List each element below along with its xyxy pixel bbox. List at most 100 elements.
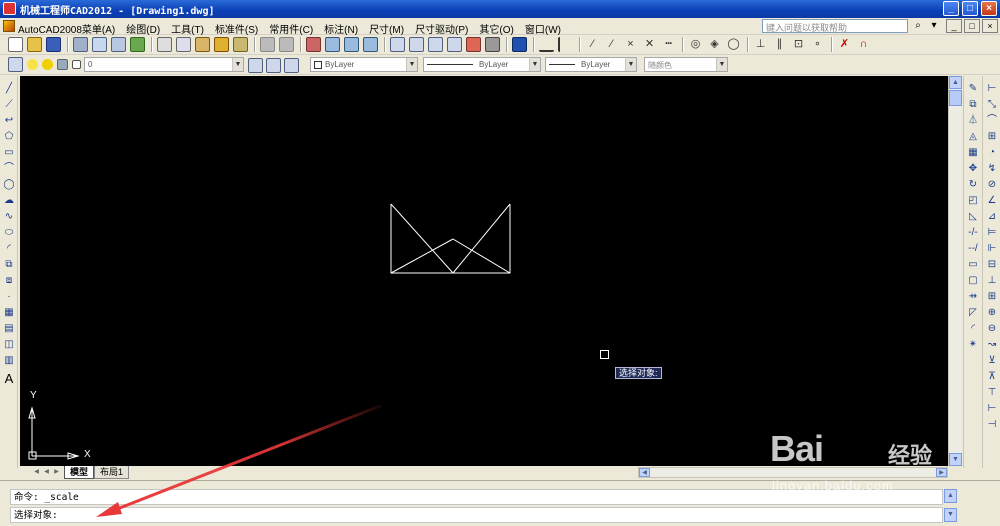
line-icon[interactable]: ╱ xyxy=(2,82,16,96)
tool-palettes-icon[interactable] xyxy=(428,37,443,52)
horizontal-scrollbar[interactable]: ◀ ▶ xyxy=(638,467,948,478)
menu-window[interactable]: 窗口(W) xyxy=(525,21,561,36)
command-input[interactable]: 选择对象: xyxy=(10,507,943,523)
dimension-text-edit-icon[interactable]: ⊼ xyxy=(985,370,999,384)
osnap-settings-icon[interactable]: ∩ xyxy=(856,37,871,52)
3d-dwf-icon[interactable] xyxy=(130,37,145,52)
menu-dimension[interactable]: 标注(N) xyxy=(324,21,358,36)
markup-icon[interactable] xyxy=(466,37,481,52)
dimension-update-icon[interactable]: ⊤ xyxy=(985,386,999,400)
erase-icon[interactable]: ✎ xyxy=(966,82,980,96)
layer-select[interactable]: 0 ▼ xyxy=(84,57,244,72)
undo-icon[interactable] xyxy=(260,37,275,52)
gradient-icon[interactable]: ▤ xyxy=(2,322,16,336)
tab-next-icon[interactable]: ▶ xyxy=(52,467,61,477)
scroll-up-icon[interactable]: ▲ xyxy=(949,76,962,89)
zoom-realtime-icon[interactable] xyxy=(325,37,340,52)
snap-apparent-icon[interactable]: ✕ xyxy=(642,37,657,52)
arc-icon[interactable]: ⌒ xyxy=(2,162,16,176)
snap-tangent-icon[interactable]: ◯ xyxy=(726,37,741,52)
snap-quadrant-icon[interactable]: ◈ xyxy=(707,37,722,52)
snap-none-icon[interactable]: ✗ xyxy=(837,37,852,52)
construction-line-icon[interactable]: ⟋ xyxy=(2,98,16,112)
vertical-scrollbar[interactable]: ▲ ▼ xyxy=(948,76,962,466)
polyline-icon[interactable]: ↩ xyxy=(2,114,16,128)
tab-first-icon[interactable]: ◀ xyxy=(32,467,41,477)
inspection-icon[interactable]: ⊖ xyxy=(985,322,999,336)
trim-icon[interactable]: -/- xyxy=(966,226,980,240)
scale-icon[interactable]: ◰ xyxy=(966,194,980,208)
sheet-set-icon[interactable] xyxy=(447,37,462,52)
layer-states-icon[interactable] xyxy=(284,58,299,73)
dimension-space-icon[interactable]: ⊟ xyxy=(985,258,999,272)
maximize-button[interactable]: □ xyxy=(962,1,978,16)
match-properties-icon[interactable] xyxy=(214,37,229,52)
point-icon[interactable]: · xyxy=(2,290,16,304)
new-file-icon[interactable] xyxy=(8,37,23,52)
snap-center-icon[interactable]: ◎ xyxy=(688,37,703,52)
snap-midpoint-icon[interactable]: ⁄ xyxy=(604,37,619,52)
chevron-down-icon[interactable]: ▼ xyxy=(232,58,243,71)
help-search-input[interactable]: 键入问题以获取帮助 xyxy=(762,19,908,33)
break-at-point-icon[interactable]: ▭ xyxy=(966,258,980,272)
dimension-break-icon[interactable]: ⊥ xyxy=(985,274,999,288)
menu-size-driven[interactable]: 尺寸驱动(P) xyxy=(415,21,468,36)
design-center-icon[interactable] xyxy=(409,37,424,52)
table-icon[interactable]: ▥ xyxy=(2,354,16,368)
region-icon[interactable]: ◫ xyxy=(2,338,16,352)
layer-on-icon[interactable] xyxy=(27,59,38,70)
layer-previous-icon[interactable] xyxy=(266,58,281,73)
scroll-down-icon[interactable]: ▼ xyxy=(949,453,962,466)
snap-parallel-icon[interactable]: ∥ xyxy=(772,37,787,52)
linetype-select[interactable]: ByLayer ▼ xyxy=(423,57,541,72)
menu-autocad2008[interactable]: AutoCAD2008菜单(A) xyxy=(18,21,115,36)
save-icon[interactable] xyxy=(46,37,61,52)
offset-icon[interactable]: ◬ xyxy=(966,130,980,144)
plotstyle-select[interactable]: 随颜色 ▼ xyxy=(644,57,728,72)
tab-prev-icon[interactable]: ◀ xyxy=(42,467,51,477)
menu-standard-parts[interactable]: 标准件(S) xyxy=(215,21,258,36)
lineweight-select[interactable]: ByLayer ▼ xyxy=(545,57,637,72)
menu-tools[interactable]: 工具(T) xyxy=(171,21,204,36)
block-editor-icon[interactable] xyxy=(233,37,248,52)
circle-icon[interactable]: ◯ xyxy=(2,178,16,192)
calculator-icon[interactable] xyxy=(485,37,500,52)
close-button[interactable]: × xyxy=(981,1,997,16)
minimize-button[interactable]: _ xyxy=(943,1,959,16)
zoom-previous-icon[interactable] xyxy=(363,37,378,52)
chevron-down-icon[interactable]: ▼ xyxy=(406,58,417,71)
doc-restore-button[interactable]: □ xyxy=(964,19,980,33)
make-block-icon[interactable]: ⧈ xyxy=(2,274,16,288)
doc-minimize-button[interactable]: _ xyxy=(946,19,962,33)
insert-block-icon[interactable]: ⧉ xyxy=(2,258,16,272)
spline-icon[interactable]: ∿ xyxy=(2,210,16,224)
fillet-icon[interactable]: ◜ xyxy=(966,322,980,336)
explode-icon[interactable]: ✴ xyxy=(966,338,980,352)
color-select[interactable]: ByLayer ▼ xyxy=(310,57,418,72)
menu-draw[interactable]: 绘图(D) xyxy=(126,21,160,36)
open-file-icon[interactable] xyxy=(27,37,42,52)
snap-extension-icon[interactable]: ┅ xyxy=(661,37,676,52)
command-scroll-up-icon[interactable]: ▲ xyxy=(944,489,957,503)
make-current-layer-icon[interactable] xyxy=(248,58,263,73)
stretch-icon[interactable]: ◺ xyxy=(966,210,980,224)
document-menu-icon[interactable] xyxy=(3,20,15,32)
scroll-thumb[interactable] xyxy=(949,90,962,106)
snap-insert-icon[interactable]: ⊡ xyxy=(791,37,806,52)
tolerance-icon[interactable]: ⊞ xyxy=(985,290,999,304)
ellipse-icon[interactable]: ⬭ xyxy=(2,226,16,240)
properties-icon[interactable] xyxy=(390,37,405,52)
jogged-linear-icon[interactable]: ↝ xyxy=(985,338,999,352)
snap-line-icon[interactable] xyxy=(539,37,554,52)
layer-freeze-icon[interactable] xyxy=(42,59,53,70)
chamfer-icon[interactable]: ◸ xyxy=(966,306,980,320)
break-icon[interactable]: ▢ xyxy=(966,274,980,288)
redo-icon[interactable] xyxy=(279,37,294,52)
layer-color-icon[interactable] xyxy=(72,60,81,69)
pan-icon[interactable] xyxy=(306,37,321,52)
cut-icon[interactable] xyxy=(157,37,172,52)
rotate-icon[interactable]: ↻ xyxy=(966,178,980,192)
aligned-dimension-icon[interactable]: ⤡ xyxy=(985,98,999,112)
snap-perp-icon[interactable] xyxy=(558,37,573,52)
print-preview-icon[interactable] xyxy=(92,37,107,52)
